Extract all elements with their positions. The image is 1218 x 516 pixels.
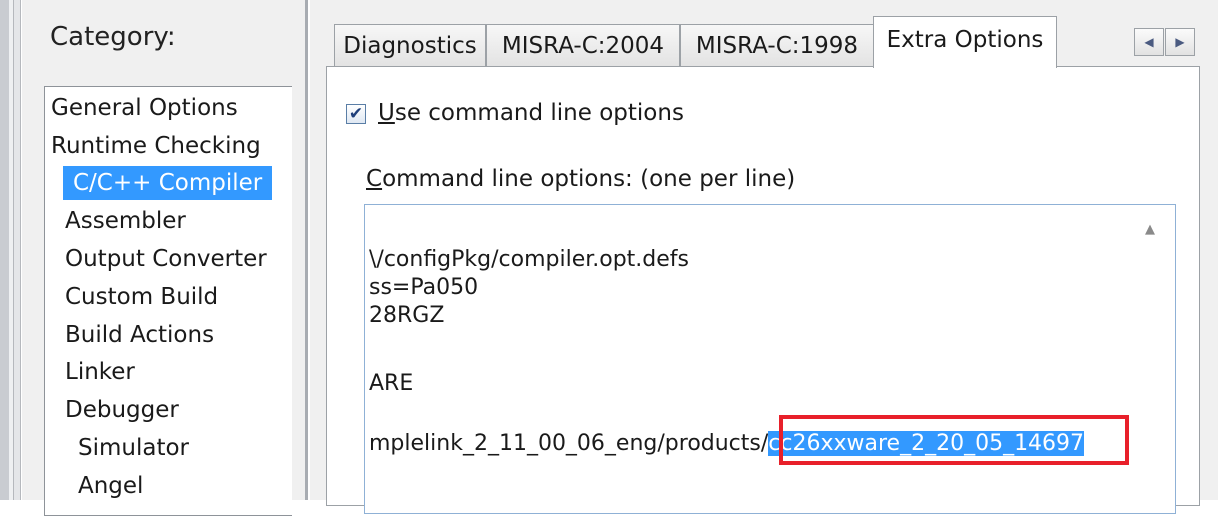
category-item-simulator[interactable]: Simulator: [78, 431, 189, 465]
use-command-line-label[interactable]: Use command line options: [378, 100, 684, 126]
tab-diagnostics[interactable]: Diagnostics: [334, 24, 486, 66]
command-line-options-label: Command line options: (one per line): [366, 166, 795, 192]
tab-misra-c-2004[interactable]: MISRA-C:2004: [486, 24, 680, 66]
window-frame-edge: [0, 0, 9, 500]
category-item-custom-build[interactable]: Custom Build: [65, 280, 218, 314]
category-list[interactable]: General Options Runtime Checking C/C++ C…: [44, 86, 292, 516]
category-item-debugger[interactable]: Debugger: [65, 393, 179, 427]
command-line: ARE: [369, 371, 414, 396]
category-item-output-converter[interactable]: Output Converter: [65, 242, 267, 276]
command-line: 28RGZ: [369, 303, 445, 328]
category-item-angel[interactable]: Angel: [78, 469, 143, 503]
category-label: Category:: [50, 22, 176, 52]
category-item-runtime-checking[interactable]: Runtime Checking: [51, 129, 261, 163]
accelerator-key: U: [378, 100, 395, 126]
tab-scroll-buttons: ◀ ▶: [1134, 28, 1198, 56]
label-text: ommand line options: (one per line): [382, 166, 796, 192]
scroll-right-icon[interactable]: ▶: [1165, 28, 1195, 56]
command-line: ss=Pa050: [369, 275, 479, 300]
highlight-box: [779, 415, 1129, 465]
scroll-up-icon[interactable]: ▲: [1140, 222, 1160, 238]
category-item-linker[interactable]: Linker: [65, 355, 135, 389]
category-item-build-actions[interactable]: Build Actions: [65, 318, 214, 352]
scroll-left-icon[interactable]: ◀: [1134, 28, 1164, 56]
window-frame-edge: [13, 0, 21, 500]
command-line-prefix: mplelink_2_11_00_06_eng/products/: [369, 431, 769, 456]
command-line: \/configPkg/compiler.opt.defs: [369, 247, 690, 272]
category-item-c-cpp-compiler[interactable]: C/C++ Compiler: [63, 166, 273, 200]
category-item-assembler[interactable]: Assembler: [65, 204, 186, 238]
tab-misra-c-1998[interactable]: MISRA-C:1998: [680, 24, 874, 66]
use-command-line-checkbox[interactable]: ✔: [346, 104, 366, 124]
tab-extra-options[interactable]: Extra Options: [873, 16, 1057, 68]
command-line-options-textarea[interactable]: \/configPkg/compiler.opt.defs ss=Pa050 2…: [364, 204, 1176, 514]
label-text: se command line options: [394, 100, 684, 126]
category-item-general-options[interactable]: General Options: [51, 91, 238, 125]
accelerator-key: C: [366, 166, 383, 192]
